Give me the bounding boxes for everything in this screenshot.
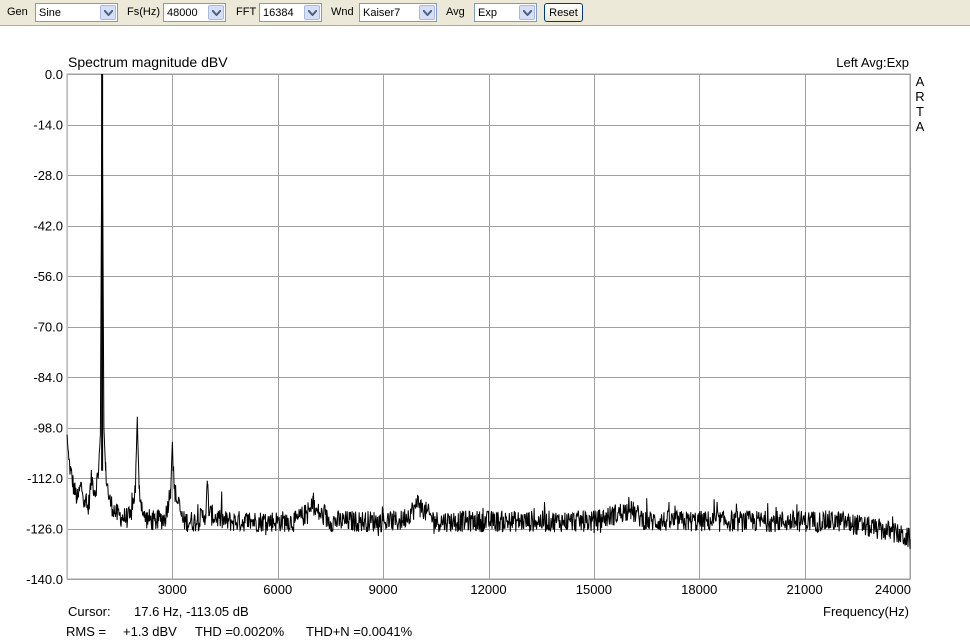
thdn-readout: THD+N =0.0041% [306,624,413,639]
window-select[interactable]: Kaiser7 [359,3,437,22]
brand-letter: T [916,104,924,119]
x-axis-label: Frequency(Hz) [823,604,909,619]
y-tick-label: -84.0 [33,370,63,385]
rms-label: RMS = [66,624,106,639]
thd-readout: THD =0.0020% [195,624,285,639]
plot-frame [66,73,911,580]
chart-title: Spectrum magnitude dBV [68,54,228,70]
chevron-down-icon[interactable] [208,5,224,20]
y-tick-label: -14.0 [33,118,63,133]
x-tick-label: 18000 [681,582,717,597]
y-tick-label: 0.0 [45,67,63,82]
cursor-readout: 17.6 Hz, -113.05 dB [134,604,249,619]
window-value: Kaiser7 [363,7,401,19]
chevron-down-icon[interactable] [304,5,320,20]
spectrum-chart[interactable]: 0.0 -14.0 -28.0 -42.0 -56.0 -70.0 -84.0 -98.0 -1… [0,26,970,640]
chevron-down-icon[interactable] [100,5,116,20]
y-tick-label: -126.0 [26,522,63,537]
brand-letter: A [916,74,925,89]
reset-button[interactable]: Reset [544,3,583,22]
y-tick-label: -56.0 [33,269,63,284]
cursor-label: Cursor: [68,604,111,619]
sample-rate-value: 48000 [167,7,198,19]
x-tick-label: 9000 [369,582,398,597]
y-tick-label: -42.0 [33,219,63,234]
x-tick-label: 15000 [576,582,612,597]
brand-letter: A [916,119,925,134]
wnd-label: Wnd [331,6,354,18]
spectrum-trace-layer [66,73,911,550]
generator-value: Sine [39,7,62,19]
generator-select[interactable]: Sine [35,3,118,22]
x-tick-label: 3000 [158,582,187,597]
y-tick-label: -140.0 [26,572,63,587]
fft-label: FFT [236,6,257,18]
y-tick-label: -70.0 [33,320,63,335]
spectrum-trace [66,73,911,550]
spectrum-plot-panel[interactable]: 0.0 -14.0 -28.0 -42.0 -56.0 -70.0 -84.0 -98.0 -1… [0,26,970,640]
averaging-value: Exp [478,7,497,19]
rms-value: +1.3 dBV [123,624,177,639]
y-tick-label: -28.0 [33,168,63,183]
grid [66,73,911,580]
fft-size-value: 16384 [263,7,294,19]
brand-letter: R [915,89,924,104]
chevron-down-icon[interactable] [519,5,535,20]
toolbar: Gen Sine Fs(Hz) 48000 FFT 16384 Wnd Kais… [0,0,970,26]
chevron-down-icon[interactable] [419,5,435,20]
gen-label: Gen [7,6,28,18]
avg-label: Avg [446,6,465,18]
x-tick-label: 21000 [787,582,823,597]
x-tick-label: 6000 [263,582,292,597]
x-tick-label: 12000 [470,582,506,597]
x-tick-label: 24000 [875,582,911,597]
averaging-select[interactable]: Exp [474,3,537,22]
fs-label: Fs(Hz) [127,6,160,18]
fft-size-select[interactable]: 16384 [259,3,322,22]
channel-info: Left Avg:Exp [836,55,909,70]
y-tick-label: -112.0 [27,471,63,486]
sample-rate-select[interactable]: 48000 [163,3,226,22]
y-tick-label: -98.0 [33,421,63,436]
